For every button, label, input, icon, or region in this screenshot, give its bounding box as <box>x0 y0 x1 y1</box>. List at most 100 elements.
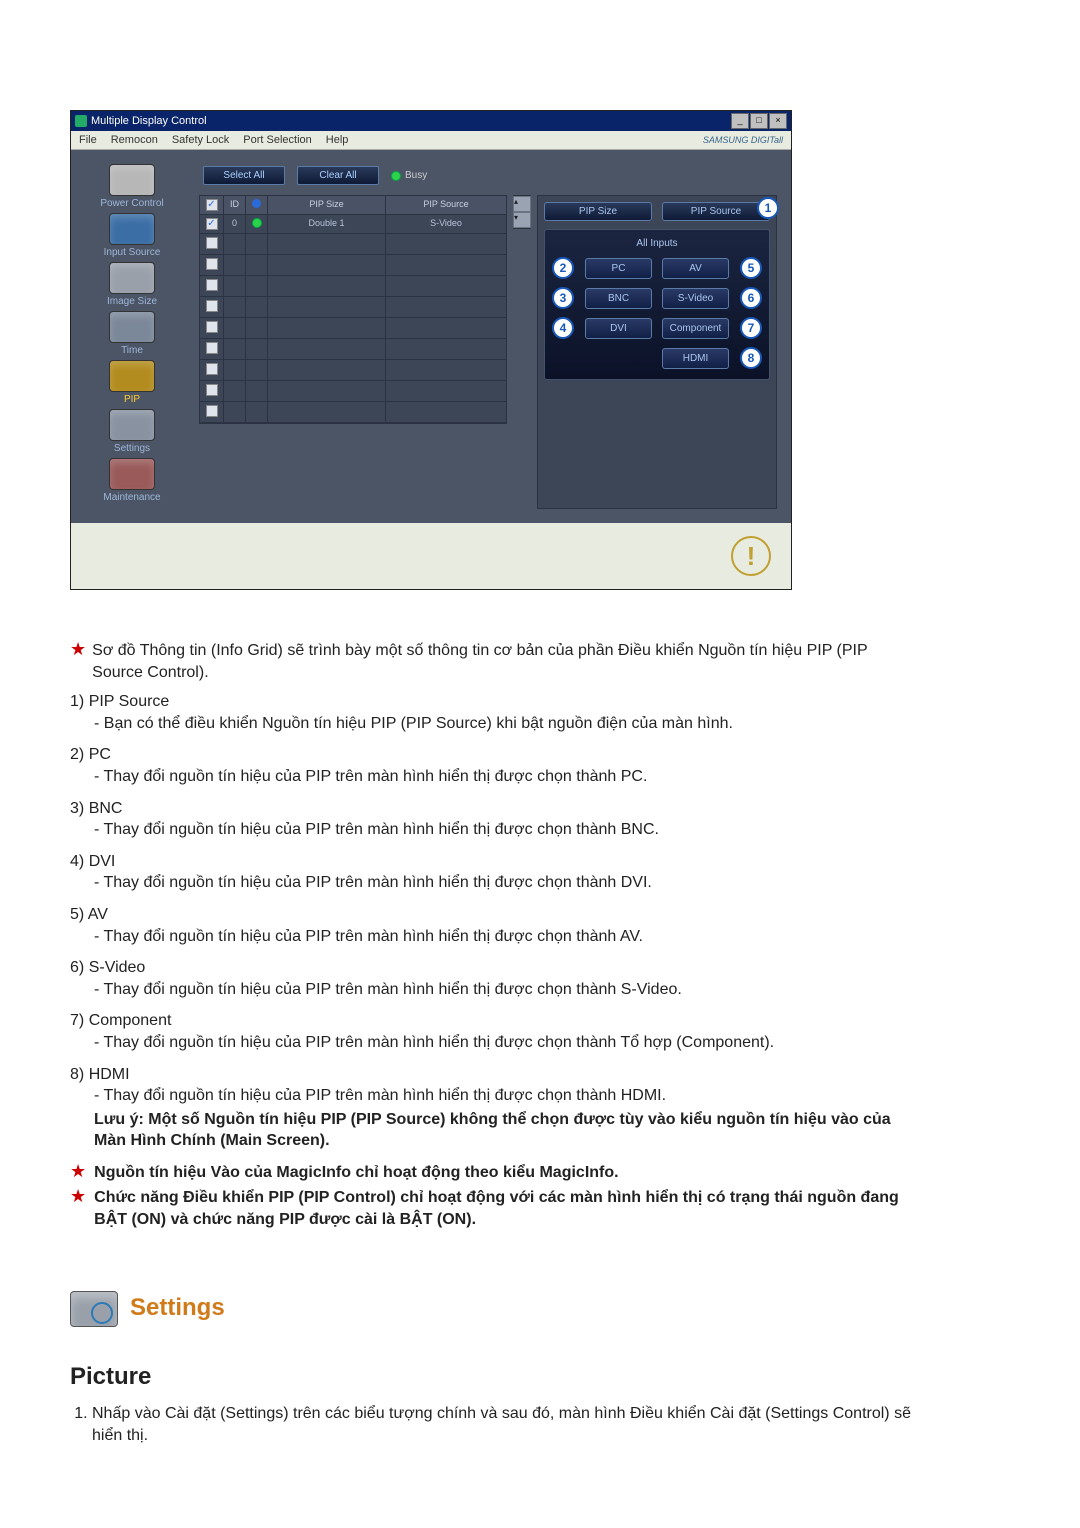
list-item: 4) DVI - Thay đổi nguồn tín hiệu của PIP… <box>70 851 920 894</box>
select-all-button[interactable]: Select All <box>203 166 285 185</box>
row-checkbox[interactable] <box>206 384 218 396</box>
dvi-button[interactable]: DVI <box>585 318 652 339</box>
li-num: 8) <box>70 1066 84 1083</box>
menu-safety-lock[interactable]: Safety Lock <box>172 134 229 146</box>
li-title: PIP Source <box>89 693 170 710</box>
li-title: S-Video <box>89 959 146 976</box>
sidebar-label: Power Control <box>100 198 163 209</box>
grid-scrollbar[interactable]: ▴ ▾ <box>513 195 531 229</box>
menu-port-selection[interactable]: Port Selection <box>243 134 311 146</box>
svideo-button[interactable]: S-Video <box>662 288 729 309</box>
table-row[interactable] <box>200 381 506 402</box>
sidebar-item-pip[interactable]: PIP <box>109 360 155 405</box>
row-checkbox[interactable] <box>206 300 218 312</box>
all-inputs-title: All Inputs <box>551 238 763 249</box>
sidebar-label: Maintenance <box>103 492 160 503</box>
table-row[interactable] <box>200 318 506 339</box>
row-checkbox[interactable] <box>206 258 218 270</box>
pip-size-tab[interactable]: PIP Size <box>544 202 652 221</box>
pip-source-label: PIP Source <box>691 206 741 217</box>
scroll-down-button[interactable]: ▾ <box>513 212 531 228</box>
settings-icon <box>109 409 155 441</box>
sidebar-label: Settings <box>114 443 150 454</box>
li-body: - Thay đổi nguồn tín hiệu của PIP trên m… <box>70 819 920 841</box>
scroll-up-button[interactable]: ▴ <box>513 196 531 212</box>
maximize-button[interactable]: □ <box>750 113 768 129</box>
col-status <box>246 196 268 214</box>
row-checkbox[interactable] <box>206 218 218 230</box>
li-num: 3) <box>70 800 84 817</box>
list-item: 3) BNC - Thay đổi nguồn tín hiệu của PIP… <box>70 798 920 841</box>
clear-all-button[interactable]: Clear All <box>297 166 379 185</box>
star-note-text: Chức năng Điều khiển PIP (PIP Control) c… <box>94 1187 920 1230</box>
time-icon <box>109 311 155 343</box>
row-checkbox[interactable] <box>206 405 218 417</box>
table-row[interactable]: 0 Double 1 S-Video <box>200 215 506 234</box>
sidebar-item-power-control[interactable]: Power Control <box>100 164 163 209</box>
star-note-1: ★ Nguồn tín hiệu Vào của MagicInfo chỉ h… <box>70 1162 920 1184</box>
alert-icon: ! <box>731 536 771 576</box>
sidebar-item-maintenance[interactable]: Maintenance <box>103 458 160 503</box>
row-checkbox[interactable] <box>206 237 218 249</box>
table-row[interactable] <box>200 297 506 318</box>
callout-badge: 7 <box>740 317 762 339</box>
callout-badge: 2 <box>552 257 574 279</box>
callout-badge: 3 <box>552 287 574 309</box>
av-button[interactable]: AV <box>662 258 729 279</box>
bnc-button[interactable]: BNC <box>585 288 652 309</box>
component-button[interactable]: Component <box>662 318 729 339</box>
li-body: - Bạn có thể điều khiển Nguồn tín hiệu P… <box>70 713 920 735</box>
table-row[interactable] <box>200 234 506 255</box>
grid-header: ID PIP Size PIP Source <box>200 196 506 215</box>
menu-remocon[interactable]: Remocon <box>111 134 158 146</box>
pip-source-tab[interactable]: PIP Source 1 <box>662 202 770 221</box>
li-num: 1) <box>70 693 84 710</box>
col-pip-source: PIP Source <box>386 196 506 214</box>
close-button[interactable]: × <box>769 113 787 129</box>
table-row[interactable] <box>200 339 506 360</box>
settings-section-title: Settings <box>130 1292 225 1324</box>
table-row[interactable] <box>200 402 506 423</box>
list-item: 5) AV - Thay đổi nguồn tín hiệu của PIP … <box>70 904 920 947</box>
menu-help[interactable]: Help <box>326 134 349 146</box>
sidebar-item-time[interactable]: Time <box>109 311 155 356</box>
sidebar-label: Time <box>121 345 143 356</box>
li-body: - Thay đổi nguồn tín hiệu của PIP trên m… <box>70 1032 920 1054</box>
list-item: 2) PC - Thay đổi nguồn tín hiệu của PIP … <box>70 744 920 787</box>
sidebar-item-settings[interactable]: Settings <box>109 409 155 454</box>
li-body: - Thay đổi nguồn tín hiệu của PIP trên m… <box>70 979 920 1001</box>
titlebar: Multiple Display Control _ □ × <box>71 111 791 131</box>
cell-id: 0 <box>224 215 246 233</box>
menu-file[interactable]: File <box>79 134 97 146</box>
list-item: 8) HDMI - Thay đổi nguồn tín hiệu của PI… <box>70 1064 920 1152</box>
callout-badge: 5 <box>740 257 762 279</box>
pip-size-label: PIP Size <box>579 206 617 217</box>
power-icon <box>109 164 155 196</box>
sidebar-item-image-size[interactable]: Image Size <box>107 262 157 307</box>
hdmi-button[interactable]: HDMI <box>662 348 729 369</box>
row-checkbox[interactable] <box>206 342 218 354</box>
sidebar-item-input-source[interactable]: Input Source <box>104 213 161 258</box>
busy-label: Busy <box>405 170 427 181</box>
table-row[interactable] <box>200 255 506 276</box>
pc-button[interactable]: PC <box>585 258 652 279</box>
sidebar-label: Input Source <box>104 247 161 258</box>
all-inputs-panel: All Inputs 2 PC AV 5 3 BNC S-Video 6 4 <box>544 229 770 380</box>
row-checkbox[interactable] <box>206 279 218 291</box>
window-title: Multiple Display Control <box>91 115 207 127</box>
settings-section-icon <box>70 1291 118 1327</box>
col-checkbox[interactable] <box>200 196 224 214</box>
star-note-2: ★ Chức năng Điều khiển PIP (PIP Control)… <box>70 1187 920 1230</box>
li-num: 6) <box>70 959 84 976</box>
image-size-icon <box>109 262 155 294</box>
table-row[interactable] <box>200 276 506 297</box>
row-checkbox[interactable] <box>206 363 218 375</box>
pip-icon <box>109 360 155 392</box>
table-row[interactable] <box>200 360 506 381</box>
li-num: 4) <box>70 853 84 870</box>
right-panel: PIP Size PIP Source 1 All Inputs 2 P <box>537 195 777 509</box>
row-checkbox[interactable] <box>206 321 218 333</box>
minimize-button[interactable]: _ <box>731 113 749 129</box>
col-id: ID <box>224 196 246 214</box>
checkbox-icon[interactable] <box>206 199 218 211</box>
